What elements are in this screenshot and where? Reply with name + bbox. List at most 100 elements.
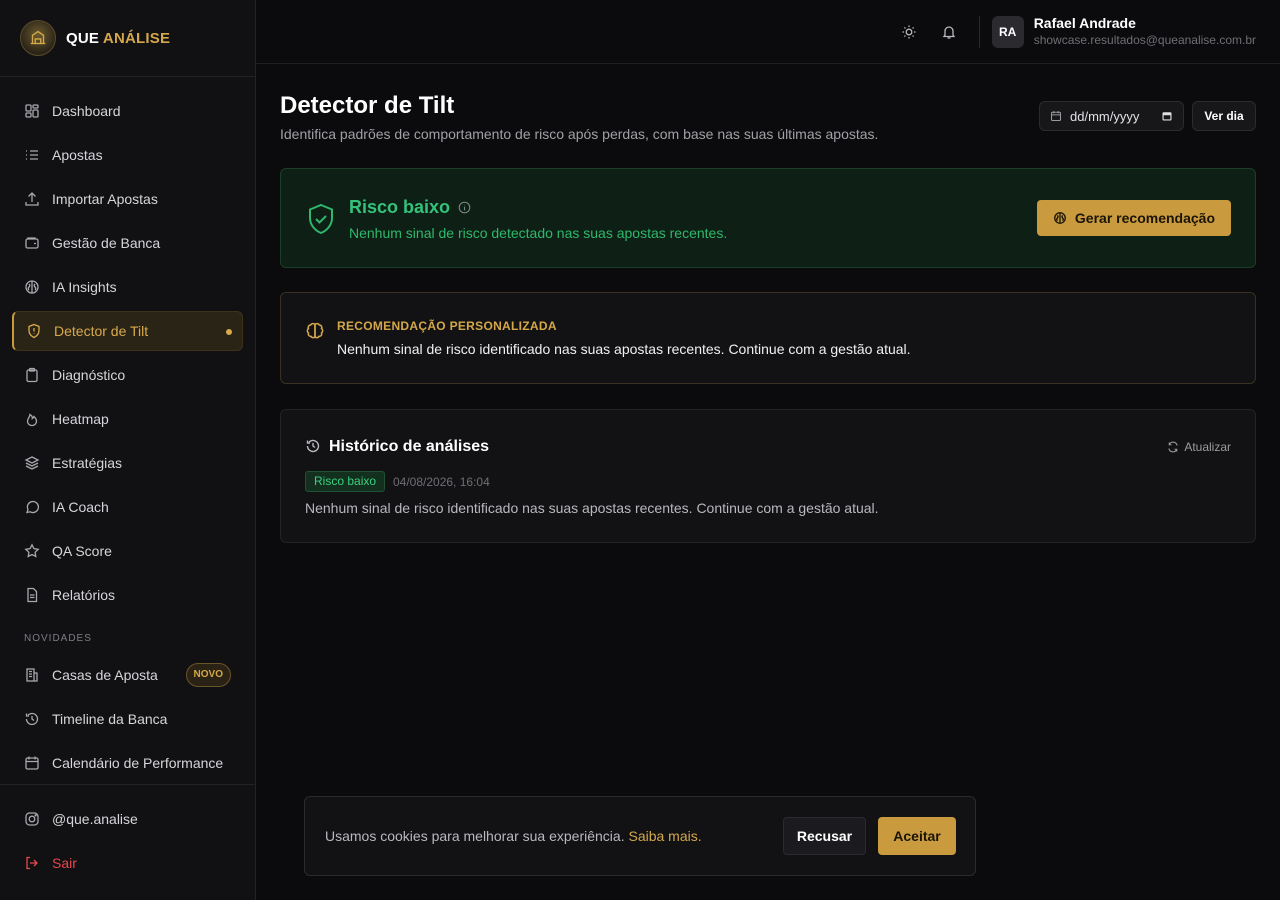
sidebar-item-estrategias[interactable]: Estratégias bbox=[12, 443, 243, 483]
notifications-button[interactable] bbox=[933, 16, 965, 48]
history-entry-text: Nenhum sinal de risco identificado nas s… bbox=[305, 500, 879, 516]
risk-subtitle: Nenhum sinal de risco detectado nas suas… bbox=[349, 225, 728, 241]
brain-icon bbox=[24, 279, 40, 295]
layers-icon bbox=[24, 455, 40, 471]
sidebar-item-importar[interactable]: Importar Apostas bbox=[12, 179, 243, 219]
risk-title: Risco baixo bbox=[349, 197, 471, 218]
gerar-recomendacao-button[interactable]: Gerar recomendação bbox=[1036, 200, 1231, 236]
sidebar-item-qa-score[interactable]: QA Score bbox=[12, 531, 243, 571]
sidebar-item-sair[interactable]: Sair bbox=[12, 843, 243, 883]
sidebar-item-label: Heatmap bbox=[52, 411, 109, 427]
sidebar-item-label: Timeline da Banca bbox=[52, 711, 168, 727]
brain-icon bbox=[1054, 212, 1066, 224]
sidebar-item-casas-aposta[interactable]: Casas de Aposta NOVO bbox=[12, 655, 243, 695]
list-icon bbox=[24, 147, 40, 163]
sidebar-item-label: Apostas bbox=[52, 147, 103, 163]
info-icon[interactable] bbox=[458, 201, 471, 214]
page-title: Detector de Tilt bbox=[280, 92, 455, 119]
calendar-picker-icon[interactable] bbox=[1161, 110, 1173, 122]
sidebar-item-detector-tilt[interactable]: Detector de Tilt bbox=[12, 311, 243, 351]
bell-icon bbox=[942, 25, 955, 39]
sidebar-item-diagnostico[interactable]: Diagnóstico bbox=[12, 355, 243, 395]
calendar-icon bbox=[24, 755, 40, 771]
clipboard-icon bbox=[24, 367, 40, 383]
page-subtitle: Identifica padrões de comportamento de r… bbox=[280, 126, 879, 142]
header-divider bbox=[978, 15, 980, 48]
refresh-icon bbox=[1168, 441, 1178, 453]
sidebar-item-label: IA Coach bbox=[52, 499, 109, 515]
sidebar-item-label: Importar Apostas bbox=[52, 191, 158, 207]
saiba-mais-link[interactable]: Saiba mais. bbox=[628, 828, 701, 844]
history-title: Histórico de análises bbox=[329, 438, 490, 455]
sidebar-item-heatmap[interactable]: Heatmap bbox=[12, 399, 243, 439]
sidebar-item-label: Relatórios bbox=[52, 587, 116, 603]
logo-icon bbox=[20, 20, 56, 56]
sidebar-item-calendario-performance[interactable]: Calendário de Performance bbox=[12, 743, 243, 783]
star-icon bbox=[24, 543, 40, 559]
brand[interactable]: QUE ANÁLISE bbox=[0, 0, 255, 77]
cookie-banner: Usamos cookies para melhorar sua experiê… bbox=[304, 796, 976, 876]
sidebar-item-label: Gestão de Banca bbox=[52, 235, 161, 251]
wallet-icon bbox=[24, 235, 40, 251]
aceitar-button[interactable]: Aceitar bbox=[878, 817, 956, 855]
status-badge: Risco baixo bbox=[305, 471, 386, 492]
novo-badge: NOVO bbox=[185, 663, 231, 687]
brand-name: QUE ANÁLISE bbox=[66, 29, 171, 47]
sidebar-item-label: Calendário de Performance bbox=[52, 755, 224, 771]
date-placeholder: dd/mm/yyyy bbox=[1070, 108, 1140, 124]
ver-dia-button[interactable]: Ver dia bbox=[1192, 101, 1256, 131]
history-entry-date: 04/08/2026, 16:04 bbox=[393, 475, 490, 489]
sidebar-item-apostas[interactable]: Apostas bbox=[12, 135, 243, 175]
recusar-button[interactable]: Recusar bbox=[783, 817, 866, 855]
theme-toggle-button[interactable] bbox=[893, 16, 925, 48]
sidebar-item-label: Estratégias bbox=[52, 455, 123, 471]
shield-alert-icon bbox=[26, 323, 42, 339]
upload-icon bbox=[24, 191, 40, 207]
calendar-icon bbox=[1050, 111, 1062, 122]
sidebar-item-label: QA Score bbox=[52, 543, 112, 559]
flame-icon bbox=[24, 411, 40, 427]
date-input[interactable]: dd/mm/yyyy bbox=[1039, 101, 1184, 131]
sidebar-item-label: Dashboard bbox=[52, 103, 121, 119]
sidebar-item-label: Detector de Tilt bbox=[54, 323, 149, 339]
file-icon bbox=[24, 587, 40, 603]
top-header: RA Rafael Andrade showcase.resultados@qu… bbox=[256, 0, 1280, 64]
cookie-text: Usamos cookies para melhorar sua experiê… bbox=[325, 828, 702, 844]
active-indicator bbox=[226, 329, 232, 335]
shield-check-icon bbox=[309, 203, 333, 235]
sidebar-item-label: Casas de Aposta bbox=[52, 667, 158, 683]
building-icon bbox=[24, 667, 40, 683]
user-email: showcase.resultados@queanalise.com.br bbox=[1033, 33, 1256, 47]
avatar[interactable]: RA bbox=[991, 15, 1024, 48]
sidebar-item-label: Sair bbox=[52, 855, 77, 871]
sidebar-item-dashboard[interactable]: Dashboard bbox=[12, 91, 243, 131]
user-info[interactable]: Rafael Andrade showcase.resultados@quean… bbox=[1034, 15, 1256, 48]
sidebar-nav: Dashboard Apostas Importar Apostas Gestã… bbox=[12, 91, 243, 787]
recommendation-label: RECOMENDAÇÃO PERSONALIZADA bbox=[337, 319, 557, 333]
sidebar-item-ia-insights[interactable]: IA Insights bbox=[12, 267, 243, 307]
chat-icon bbox=[24, 499, 40, 515]
sidebar-item-timeline-banca[interactable]: Timeline da Banca bbox=[12, 699, 243, 739]
instagram-icon bbox=[24, 811, 40, 827]
dashboard-icon bbox=[24, 103, 40, 119]
sidebar-bottom: @que.analise Sair bbox=[0, 784, 255, 887]
logout-icon bbox=[24, 855, 40, 871]
sidebar-item-gestao-banca[interactable]: Gestão de Banca bbox=[12, 223, 243, 263]
history-icon bbox=[306, 439, 320, 453]
sidebar-item-label: @que.analise bbox=[52, 811, 138, 827]
risk-status-card: Risco baixo Nenhum sinal de risco detect… bbox=[280, 168, 1256, 268]
sidebar-item-label: Diagnóstico bbox=[52, 367, 126, 383]
history-icon bbox=[24, 711, 40, 727]
atualizar-button[interactable]: Atualizar bbox=[1167, 440, 1231, 454]
sun-icon bbox=[902, 25, 916, 38]
sidebar-item-instagram[interactable]: @que.analise bbox=[12, 799, 243, 839]
sidebar-item-label: IA Insights bbox=[52, 279, 117, 295]
history-card: Histórico de análises Atualizar Risco ba… bbox=[280, 409, 1256, 543]
user-name: Rafael Andrade bbox=[1033, 15, 1136, 31]
sidebar-item-relatorios[interactable]: Relatórios bbox=[12, 575, 243, 615]
sidebar-item-ia-coach[interactable]: IA Coach bbox=[12, 487, 243, 527]
sidebar: QUE ANÁLISE Dashboard Apostas Importar A… bbox=[0, 0, 256, 900]
recommendation-text: Nenhum sinal de risco identificado nas s… bbox=[337, 341, 911, 357]
brain-icon bbox=[306, 322, 324, 339]
recommendation-card: RECOMENDAÇÃO PERSONALIZADA Nenhum sinal … bbox=[280, 292, 1256, 384]
